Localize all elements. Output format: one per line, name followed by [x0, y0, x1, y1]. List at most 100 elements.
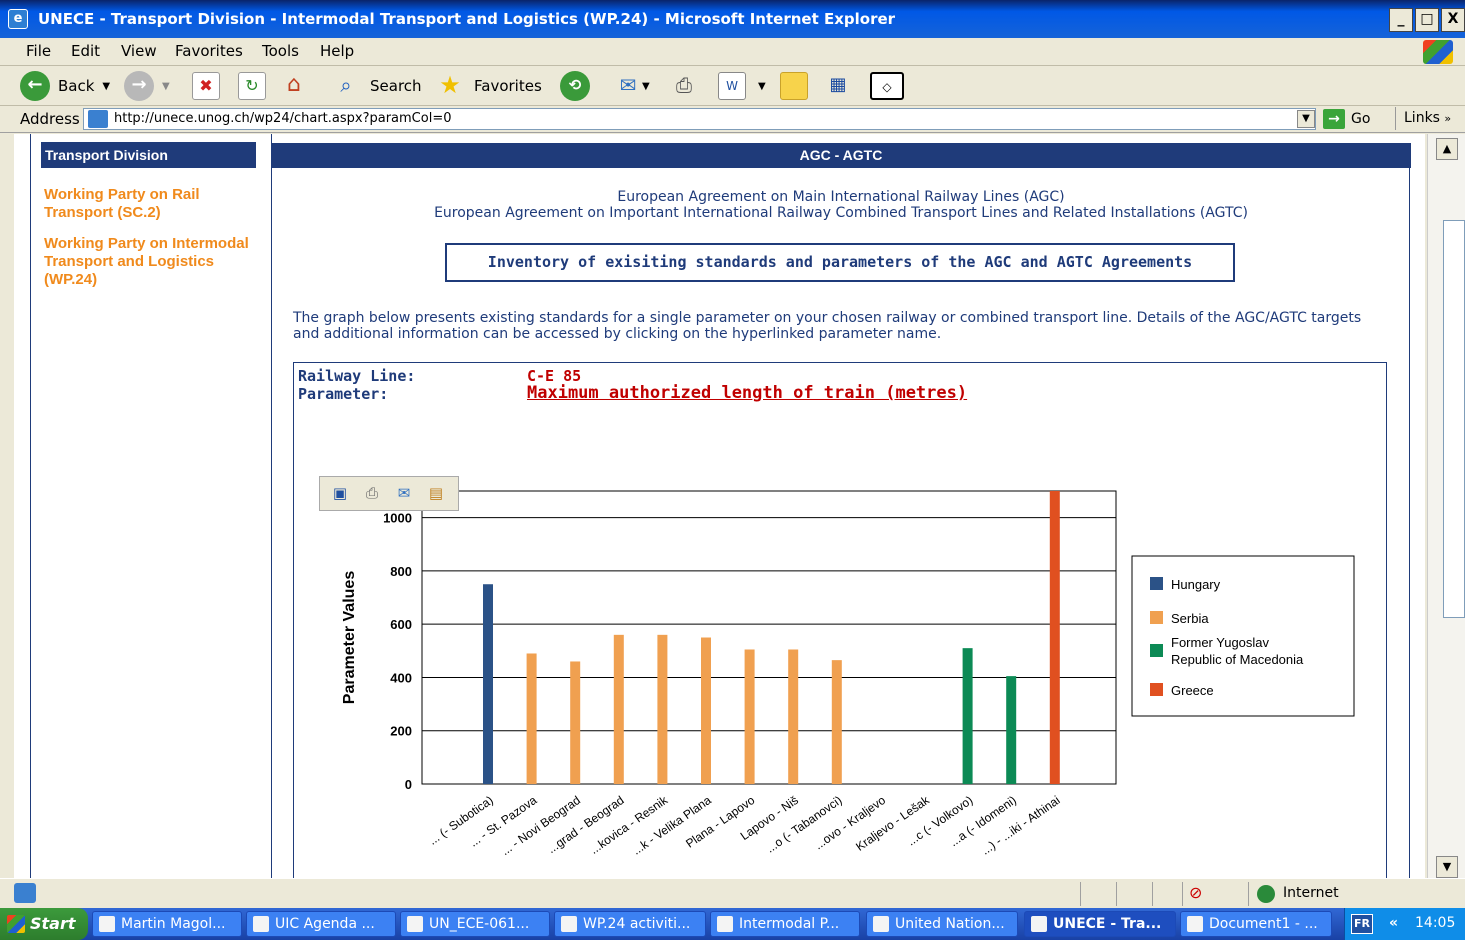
app-icon: [1187, 916, 1203, 932]
maximize-button[interactable]: □: [1415, 8, 1439, 32]
minimize-button[interactable]: _: [1389, 8, 1413, 32]
x-tick-label: ...grad - Beograd: [545, 793, 627, 856]
legend-swatch: [1150, 644, 1163, 657]
inventory-title: Inventory of exisiting standards and par…: [445, 243, 1235, 282]
menu-file[interactable]: File: [26, 42, 51, 60]
bar: [962, 648, 973, 784]
menu-bar: File Edit View Favorites Tools Help: [0, 38, 1465, 66]
task-item[interactable]: UIC Agenda ...: [246, 911, 396, 937]
main-panel: AGC - AGTC European Agreement on Main In…: [271, 134, 1411, 878]
toolbar: ← Back ▼ → ▼ ✖ ↻ ⌂ ⌕ Search ★ Favorites …: [0, 66, 1465, 106]
globe-icon: [1257, 885, 1275, 903]
address-input[interactable]: http://unece.unog.ch/wp24/chart.aspx?par…: [83, 108, 1316, 130]
bar: [701, 637, 711, 784]
home-button[interactable]: ⌂: [280, 71, 308, 101]
task-item[interactable]: Martin Magol...: [92, 911, 242, 937]
chevron-right-icon: »: [1444, 112, 1452, 125]
bar: [526, 653, 537, 784]
chevron-left-icon[interactable]: «: [1389, 915, 1398, 931]
menu-tools[interactable]: Tools: [262, 42, 299, 60]
status-bar: ⊘ Internet: [0, 878, 1465, 908]
star-icon: ★: [439, 71, 461, 99]
status-pane: [1080, 882, 1116, 906]
menu-edit[interactable]: Edit: [71, 42, 100, 60]
menu-view[interactable]: View: [121, 42, 157, 60]
forward-arrow-icon: →: [124, 71, 154, 101]
bar: [613, 634, 624, 784]
bar: [788, 649, 799, 784]
menu-favorites[interactable]: Favorites: [175, 42, 243, 60]
stop-icon: ✖: [192, 72, 220, 100]
app-icon: [407, 916, 423, 932]
scroll-thumb[interactable]: [1443, 220, 1465, 618]
chevron-down-icon: ▼: [642, 80, 650, 92]
page-icon: [14, 883, 36, 903]
export-icon[interactable]: ▤: [424, 482, 448, 504]
discuss-button[interactable]: [780, 71, 808, 101]
close-button[interactable]: X: [1441, 8, 1465, 32]
agc-title: European Agreement on Main International…: [617, 189, 1065, 205]
home-icon: ⌂: [287, 72, 301, 97]
x-tick-label: ...o (- Tabanovci): [763, 793, 844, 856]
bar: [744, 649, 755, 784]
bar: [657, 634, 668, 784]
popup-blocked-pane: ⊘: [1182, 882, 1248, 906]
printer-icon[interactable]: ⎙: [360, 482, 384, 504]
sidebar-item-sc2[interactable]: Working Party on Rail Transport (SC.2): [44, 186, 244, 222]
bar: [1006, 676, 1017, 784]
task-item[interactable]: UN_ECE-061...: [400, 911, 550, 937]
address-url: http://unece.unog.ch/wp24/chart.aspx?par…: [114, 111, 452, 126]
task-item-active[interactable]: UNECE - Tra...: [1024, 911, 1176, 937]
page-content: Transport Division Working Party on Rail…: [14, 134, 1425, 878]
clock: 14:05: [1415, 915, 1456, 931]
go-button[interactable]: → Go: [1323, 109, 1370, 129]
save-icon[interactable]: ▣: [328, 482, 352, 504]
bar: [483, 584, 493, 784]
task-item[interactable]: WP.24 activiti...: [554, 911, 706, 937]
chevron-down-icon[interactable]: ▼: [1297, 110, 1315, 128]
sidebar-item-wp24[interactable]: Working Party on Intermodal Transport an…: [44, 235, 264, 289]
y-axis-label: Parameter Values: [341, 571, 358, 705]
start-button[interactable]: Start: [0, 908, 88, 940]
messenger-button[interactable]: ◇: [870, 71, 904, 101]
links-button[interactable]: Links »: [1395, 107, 1465, 130]
blocked-icon: ⊘: [1189, 883, 1203, 902]
taskbar: Start Martin Magol... UIC Agenda ... UN_…: [0, 908, 1465, 940]
research-icon: ▦: [829, 74, 847, 95]
search-button[interactable]: ⌕ Search: [332, 71, 421, 101]
zone-label: Internet: [1283, 885, 1339, 901]
x-tick-label: ...kovica - Resnik: [587, 792, 671, 856]
stop-button[interactable]: ✖: [192, 71, 220, 101]
printer-icon: ⎙: [676, 73, 692, 97]
chevron-down-icon[interactable]: ▼: [102, 81, 110, 92]
mail-icon[interactable]: ✉: [392, 482, 416, 504]
mail-button[interactable]: ✉ ▼: [614, 71, 650, 101]
task-item[interactable]: Document1 - ...: [1180, 911, 1332, 937]
scroll-up-button[interactable]: ▲: [1436, 138, 1458, 160]
scroll-down-button[interactable]: ▼: [1436, 856, 1458, 878]
history-button[interactable]: ⟲: [560, 71, 590, 101]
x-tick-label: ...) - ...iki - Athinai: [979, 793, 1063, 858]
task-item[interactable]: Intermodal P...: [710, 911, 860, 937]
chart-toolbar: ▣ ⎙ ✉ ▤: [319, 476, 459, 511]
legend-swatch: [1150, 683, 1163, 696]
refresh-button[interactable]: ↻: [238, 71, 266, 101]
task-item[interactable]: United Nation...: [866, 911, 1018, 937]
forward-button[interactable]: → ▼: [124, 71, 170, 101]
app-icon: [99, 916, 115, 932]
research-button[interactable]: ▦: [824, 71, 852, 101]
app-icon: [253, 916, 269, 932]
favorites-button[interactable]: ★ Favorites: [436, 71, 542, 101]
x-tick-label: ... - Novi Beograd: [498, 793, 583, 858]
language-indicator[interactable]: FR: [1351, 914, 1373, 934]
vertical-scrollbar[interactable]: ▲ ▼: [1427, 134, 1465, 878]
print-button[interactable]: ⎙: [670, 71, 698, 101]
page-icon: [88, 110, 108, 128]
bar: [831, 660, 842, 784]
back-button[interactable]: ← Back ▼: [20, 71, 110, 101]
menu-help[interactable]: Help: [320, 42, 354, 60]
edit-word-button[interactable]: W ▼: [718, 71, 766, 101]
legend-swatch: [1150, 577, 1163, 590]
sidebar-header: Transport Division: [41, 142, 256, 168]
search-icon: ⌕: [340, 73, 352, 97]
